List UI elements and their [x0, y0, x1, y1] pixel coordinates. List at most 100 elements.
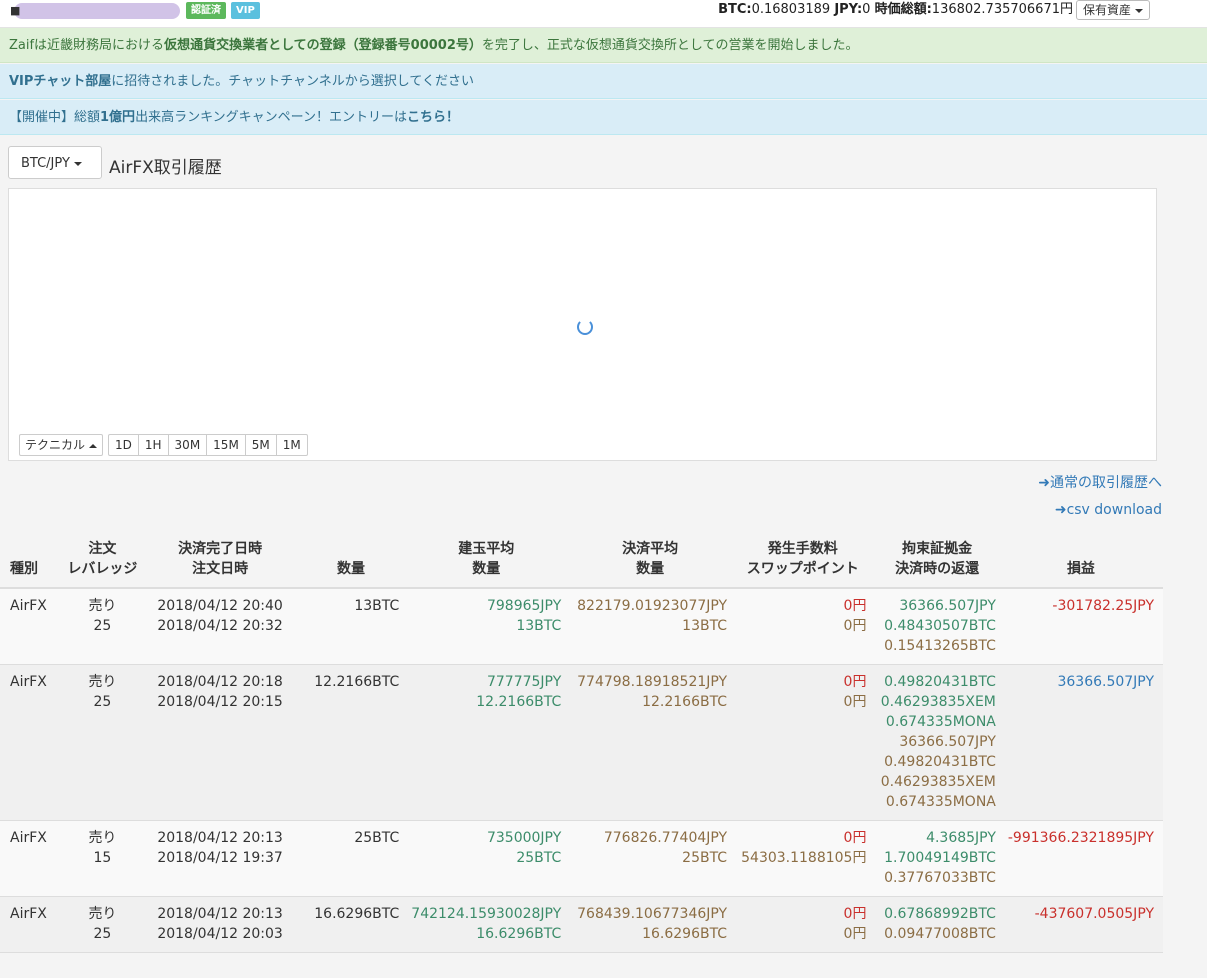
- currency-pair-dropdown[interactable]: BTC/JPY: [8, 146, 102, 179]
- vip-chat-alert: VIPチャット部屋に招待されました。チャットチャンネルから選択してください: [0, 64, 1207, 99]
- cell-margin-value: 4.3685JPY: [926, 830, 996, 846]
- table-row: AirFX 売り 15 2018/04/12 20:13 2018/04/12 19…: [0, 820, 1163, 897]
- cell-dates: 2018/04/12 20:13 2018/04/12 20:03: [143, 896, 297, 953]
- header-label: レバレッジ: [67, 561, 138, 577]
- cell-profit-loss: 36366.507JPY: [1001, 664, 1163, 821]
- balance-summary: BTC:0.16803189 JPY:0 時価総額:136802.7357066…: [718, 0, 1073, 19]
- cell-leverage: 25: [93, 694, 112, 710]
- cell-leverage: 15: [93, 850, 112, 866]
- btc-label: BTC:: [718, 2, 752, 17]
- cell-open-average: 798965JPY 13BTC: [405, 588, 568, 665]
- header-label: スワップポイント: [746, 561, 859, 577]
- cell-margin-value: 0.46293835XEM: [880, 694, 996, 710]
- page-title: AirFX取引履歴: [109, 158, 222, 178]
- cell-close-average: 822179.01923077JPY 13BTC: [567, 588, 734, 665]
- cell-fee: 0円: [843, 674, 867, 690]
- timeframe-button-group: 1D 1H 30M 15M 5M 1M: [108, 434, 308, 456]
- header-label: 損益: [1066, 561, 1095, 577]
- header-label: 決済完了日時: [178, 541, 263, 557]
- cell-settled-date: 2018/04/12 20:13: [157, 906, 283, 922]
- cell-profit-loss: -437607.0505JPY: [1001, 896, 1163, 953]
- cell-close-average: 768439.10677346JPY 16.6296BTC: [567, 896, 734, 953]
- cell-type: AirFX: [0, 820, 62, 897]
- cell-open-price: 742124.15930028JPY: [411, 906, 562, 922]
- header-label: 建玉平均: [458, 541, 515, 557]
- cell-side-leverage: 売り 25: [61, 664, 144, 821]
- cell-margin-value: 0.37767033BTC: [884, 870, 996, 886]
- cell-profit-loss: -301782.25JPY: [1001, 588, 1163, 665]
- cell-amount: 13BTC: [296, 588, 406, 665]
- cell-fee: 0円: [843, 906, 867, 922]
- cell-fee-swap: 0円 0円: [733, 664, 873, 821]
- user-icon: ■: [10, 4, 21, 17]
- cell-open-price: 735000JPY: [486, 830, 562, 846]
- cell-leverage: 25: [93, 926, 112, 942]
- timeframe-15m-button[interactable]: 15M: [206, 434, 246, 456]
- cell-swap: 0円: [843, 926, 867, 942]
- cell-side-leverage: 売り 15: [61, 820, 144, 897]
- csv-download-label: csv download: [1066, 502, 1162, 518]
- cell-close-price: 776826.77404JPY: [603, 830, 728, 846]
- normal-history-link[interactable]: ➜通常の取引履歴へ: [1038, 472, 1162, 492]
- csv-download-link[interactable]: ➜csv download: [1055, 502, 1162, 518]
- cell-swap: 0円: [843, 694, 867, 710]
- header-label: 発生手数料: [767, 541, 838, 557]
- header-close-average: 決済平均 数量: [567, 536, 734, 589]
- cell-margin-value: 0.09477008BTC: [884, 926, 996, 942]
- total-value-label: 時価総額:: [874, 2, 932, 17]
- cell-type: AirFX: [0, 896, 62, 953]
- alert-bold-text: 1億円: [100, 110, 136, 125]
- cell-open-qty: 25BTC: [516, 850, 562, 866]
- timeframe-5m-button[interactable]: 5M: [244, 434, 277, 456]
- jpy-label: JPY:: [834, 2, 863, 17]
- cell-margin: 0.49820431BTC 0.46293835XEM 0.674335MONA 36…: [872, 664, 1002, 821]
- normal-history-label: 通常の取引履歴へ: [1050, 475, 1162, 491]
- cell-open-qty: 12.2166BTC: [476, 694, 562, 710]
- table-row: AirFX 売り 25 2018/04/12 20:40 2018/04/12 20…: [0, 588, 1163, 665]
- timeframe-1d-button[interactable]: 1D: [108, 434, 139, 456]
- timeframe-30m-button[interactable]: 30M: [167, 434, 208, 456]
- table-row: AirFX 売り 25 2018/04/12 20:18 2018/04/12 20…: [0, 664, 1163, 821]
- campaign-alert: 【開催中】総額1億円出来高ランキングキャンペーン！エントリーはこちら！: [0, 100, 1207, 135]
- header-label: 決済平均: [622, 541, 679, 557]
- cell-side: 売り: [88, 598, 117, 614]
- table-row: AirFX 売り 25 2018/04/12 20:13 2018/04/12 20…: [0, 896, 1163, 953]
- header-dates: 決済完了日時 注文日時: [143, 536, 297, 589]
- cell-close-qty: 12.2166BTC: [642, 694, 728, 710]
- cell-order-date: 2018/04/12 20:15: [157, 694, 283, 710]
- timeframe-1m-button[interactable]: 1M: [275, 434, 308, 456]
- header-label: 数量: [336, 561, 365, 577]
- cell-open-average: 742124.15930028JPY 16.6296BTC: [405, 896, 568, 953]
- currency-pair-label: BTC/JPY: [21, 156, 70, 171]
- header-open-average: 建玉平均 数量: [405, 536, 568, 589]
- cell-profit-loss: -991366.2321895JPY: [1001, 820, 1163, 897]
- timeframe-1h-button[interactable]: 1H: [137, 434, 169, 456]
- cell-open-price: 777775JPY: [486, 674, 562, 690]
- cell-close-price: 774798.18918521JPY: [577, 674, 728, 690]
- cell-margin: 4.3685JPY 1.70049149BTC 0.37767033BTC: [872, 820, 1002, 897]
- cell-amount: 25BTC: [296, 820, 406, 897]
- assets-dropdown-button[interactable]: 保有資産: [1075, 0, 1150, 20]
- username-redacted[interactable]: [14, 3, 180, 19]
- campaign-entry-link[interactable]: こちら！: [407, 110, 459, 125]
- alert-bold-text: 仮想通貨交換業者としての登録（登録番号00002号）: [164, 38, 482, 53]
- table-header-row: 種別 注文 レバレッジ 決済完了日時 注文日時 数量 建玉平均 数量 決済平均 数量 発…: [0, 536, 1163, 589]
- cell-margin-value: 0.67868992BTC: [884, 906, 996, 922]
- technical-button-label: テクニカル: [25, 438, 86, 452]
- technical-dropdown-button[interactable]: テクニカル: [19, 434, 104, 456]
- vip-chat-link[interactable]: VIPチャット部屋: [9, 74, 111, 89]
- cell-fee-swap: 0円 0円: [733, 896, 873, 953]
- top-bar: ■ 認証済 VIP BTC:0.16803189 JPY:0 時価総額:1368…: [0, 0, 1207, 28]
- alert-text: 【開催中】総額: [9, 110, 101, 125]
- cell-open-average: 735000JPY 25BTC: [405, 820, 568, 897]
- vip-badge: VIP: [231, 2, 260, 19]
- arrow-right-icon: ➜: [1038, 475, 1050, 491]
- cell-close-price: 822179.01923077JPY: [577, 598, 728, 614]
- cell-side: 売り: [88, 674, 117, 690]
- cell-margin-value: 0.46293835XEM: [880, 774, 996, 790]
- registration-alert: Zaifは近畿財務局における仮想通貨交換業者としての登録（登録番号00002号）…: [0, 28, 1207, 63]
- chart-panel[interactable]: テクニカル 1D 1H 30M 15M 5M 1M: [8, 188, 1157, 461]
- cell-fee-swap: 0円 0円: [733, 588, 873, 665]
- alert-text: Zaifは近畿財務局における: [9, 38, 165, 53]
- alert-text: に招待されました。チャットチャンネルから選択してください: [111, 74, 474, 89]
